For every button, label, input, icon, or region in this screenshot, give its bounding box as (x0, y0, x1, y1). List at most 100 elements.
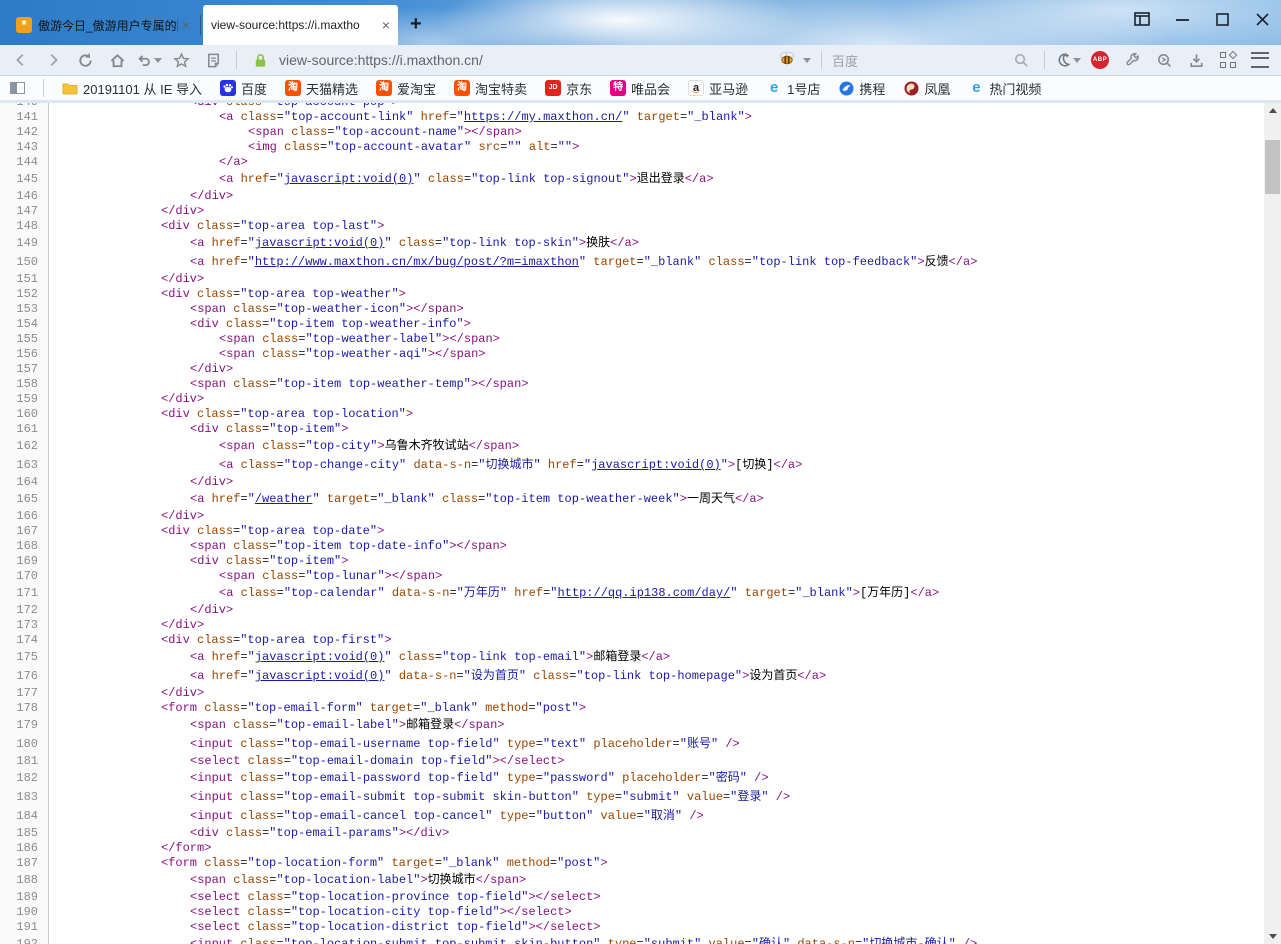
tab-title: view-source:https://i.maxtho (211, 18, 378, 32)
source-code-text: <span class="top-location-label">切换城市</s… (48, 871, 526, 890)
snap-note-icon[interactable] (200, 49, 226, 71)
source-line: 142<span class="top-account-name"></span… (0, 125, 1264, 140)
source-line: 150<a href="http://www.maxthon.cn/mx/bug… (0, 253, 1264, 272)
bee-icon[interactable] (777, 50, 797, 71)
minimize-button[interactable] (1169, 8, 1195, 30)
adblock-abp-icon[interactable]: ABP (1087, 49, 1113, 71)
close-icon[interactable]: × (382, 18, 390, 32)
source-code-text: </div> (48, 618, 204, 633)
source-line: 189<select class="top-location-province … (0, 890, 1264, 905)
line-number: 173 (0, 618, 48, 633)
search-icon[interactable] (1008, 49, 1034, 71)
bookmark-label: 百度 (241, 79, 267, 98)
line-number: 190 (0, 905, 48, 920)
bookmark-folder-ie-import[interactable]: 20191101 从 IE 导入 (62, 79, 202, 98)
source-link[interactable]: javascript:void(0) (255, 236, 385, 250)
source-link[interactable]: javascript:void(0) (255, 650, 385, 664)
source-link[interactable]: http://www.maxthon.cn/mx/bug/post/?m=ima… (255, 255, 579, 269)
source-code-text: <span class="top-account-name"></span> (48, 125, 522, 140)
undo-close-icon[interactable] (136, 49, 162, 71)
tab-maxthon-today[interactable]: * 傲游今日_傲游用户专属的网 × (8, 5, 198, 45)
source-line: 182<input class="top-email-password top-… (0, 769, 1264, 788)
bookmark-amazon[interactable]: a 亚马逊 (688, 79, 748, 98)
source-line: 165<a href="/weather" target="_blank" cl… (0, 490, 1264, 509)
bookmark-baidu[interactable]: 百度 (220, 79, 267, 98)
source-code-text: <form class="top-email-form" target="_bl… (48, 701, 586, 716)
source-line: 178<form class="top-email-form" target="… (0, 701, 1264, 716)
bookmark-aitaobao[interactable]: 淘 爱淘宝 (376, 79, 436, 98)
source-line: 188<span class="top-location-label">切换城市… (0, 871, 1264, 890)
ie-icon: e (766, 80, 782, 96)
close-window-button[interactable] (1249, 8, 1275, 30)
source-code-text: <select class="top-location-city top-fie… (48, 905, 572, 920)
source-link[interactable]: https://my.maxthon.cn/ (464, 110, 622, 124)
source-code-text: <span class="top-weather-icon"></span> (48, 302, 464, 317)
home-icon[interactable] (104, 49, 130, 71)
tile-windows-icon[interactable] (1129, 8, 1155, 30)
line-number: 151 (0, 272, 48, 287)
source-link[interactable]: javascript:void(0) (591, 458, 721, 472)
vertical-scrollbar[interactable] (1264, 103, 1281, 944)
source-code-text: <a href="javascript:void(0)" data-s-n="设… (48, 667, 826, 686)
tab-view-source[interactable]: view-source:https://i.maxtho × (203, 5, 398, 45)
chevron-down-icon[interactable] (803, 58, 811, 63)
back-icon[interactable] (8, 49, 34, 71)
resource-sniffer-icon[interactable] (1151, 49, 1177, 71)
source-line: 185<div class="top-email-params"></div> (0, 826, 1264, 841)
source-line: 156<span class="top-weather-aqi"></span> (0, 347, 1264, 362)
bookmark-hot-videos[interactable]: e 热门视频 (968, 79, 1041, 98)
line-number: 181 (0, 754, 48, 769)
source-code-text: <span class="top-email-label">邮箱登录</span… (48, 716, 505, 735)
source-link[interactable]: http://qq.ip138.com/day/ (558, 586, 731, 600)
source-line: 180<input class="top-email-username top-… (0, 735, 1264, 754)
favorites-star-icon[interactable] (168, 49, 194, 71)
apps-grid-icon[interactable] (1215, 49, 1241, 71)
source-code-text: <div class="top-email-params"></div> (48, 826, 449, 841)
source-link[interactable]: javascript:void(0) (284, 172, 414, 186)
bookmark-yhd[interactable]: e 1号店 (766, 79, 820, 98)
scrollbar-thumb[interactable] (1265, 140, 1280, 194)
search-box[interactable]: 百度 (777, 50, 1002, 71)
source-code-text: <span class="top-weather-aqi"></span> (48, 347, 485, 362)
bookmark-tmall[interactable]: 淘 天猫精选 (285, 79, 358, 98)
source-line: 179<span class="top-email-label">邮箱登录</s… (0, 716, 1264, 735)
new-tab-button[interactable]: + (410, 15, 422, 33)
wrench-dev-tools-icon[interactable] (1119, 49, 1145, 71)
line-number: 172 (0, 603, 48, 618)
source-link[interactable]: /weather (255, 492, 313, 506)
line-number: 188 (0, 871, 48, 890)
source-line: 162<span class="top-city">乌鲁木齐牧试站</span> (0, 437, 1264, 456)
menu-hamburger-icon[interactable] (1247, 49, 1273, 71)
maximize-button[interactable] (1209, 8, 1235, 30)
vip-icon: 特 (610, 80, 626, 96)
download-icon[interactable] (1183, 49, 1209, 71)
scroll-down-arrow-icon[interactable] (1264, 929, 1281, 944)
bookmark-vip[interactable]: 特 唯品会 (610, 79, 670, 98)
bookmark-label: 携程 (859, 79, 885, 98)
line-number: 147 (0, 204, 48, 219)
source-line: 187<form class="top-location-form" targe… (0, 856, 1264, 871)
source-link[interactable]: javascript:void(0) (255, 669, 385, 683)
close-icon[interactable]: × (182, 18, 190, 32)
source-code-text: <span class="top-item top-weather-temp">… (48, 377, 528, 392)
bookmark-taobao-sale[interactable]: 淘 淘宝特卖 (454, 79, 527, 98)
source-code-text: <input class="top-email-cancel top-cance… (48, 807, 704, 826)
bookmark-ctrip[interactable]: 携程 (838, 79, 885, 98)
line-number: 177 (0, 686, 48, 701)
night-mode-moon-icon[interactable] (1055, 49, 1081, 71)
bookmark-label: 亚马逊 (709, 79, 748, 98)
source-code-text: <a href="javascript:void(0)" class="top-… (48, 170, 714, 189)
scroll-up-arrow-icon[interactable] (1264, 103, 1281, 118)
source-code-text: </div> (48, 475, 233, 490)
sidebar-toggle-icon[interactable] (10, 82, 25, 94)
url-text[interactable]: view-source:https://i.maxthon.cn/ (279, 52, 771, 68)
source-line: 176<a href="javascript:void(0)" data-s-n… (0, 667, 1264, 686)
bookmark-jd[interactable]: JD 京东 (545, 79, 592, 98)
bookmark-ifeng[interactable]: 凤凰 (903, 79, 950, 98)
line-number: 153 (0, 302, 48, 317)
search-input[interactable]: 百度 (832, 51, 1002, 70)
ie-icon: e (968, 80, 984, 96)
forward-icon[interactable] (40, 49, 66, 71)
line-number: 145 (0, 170, 48, 189)
refresh-icon[interactable] (72, 49, 98, 71)
